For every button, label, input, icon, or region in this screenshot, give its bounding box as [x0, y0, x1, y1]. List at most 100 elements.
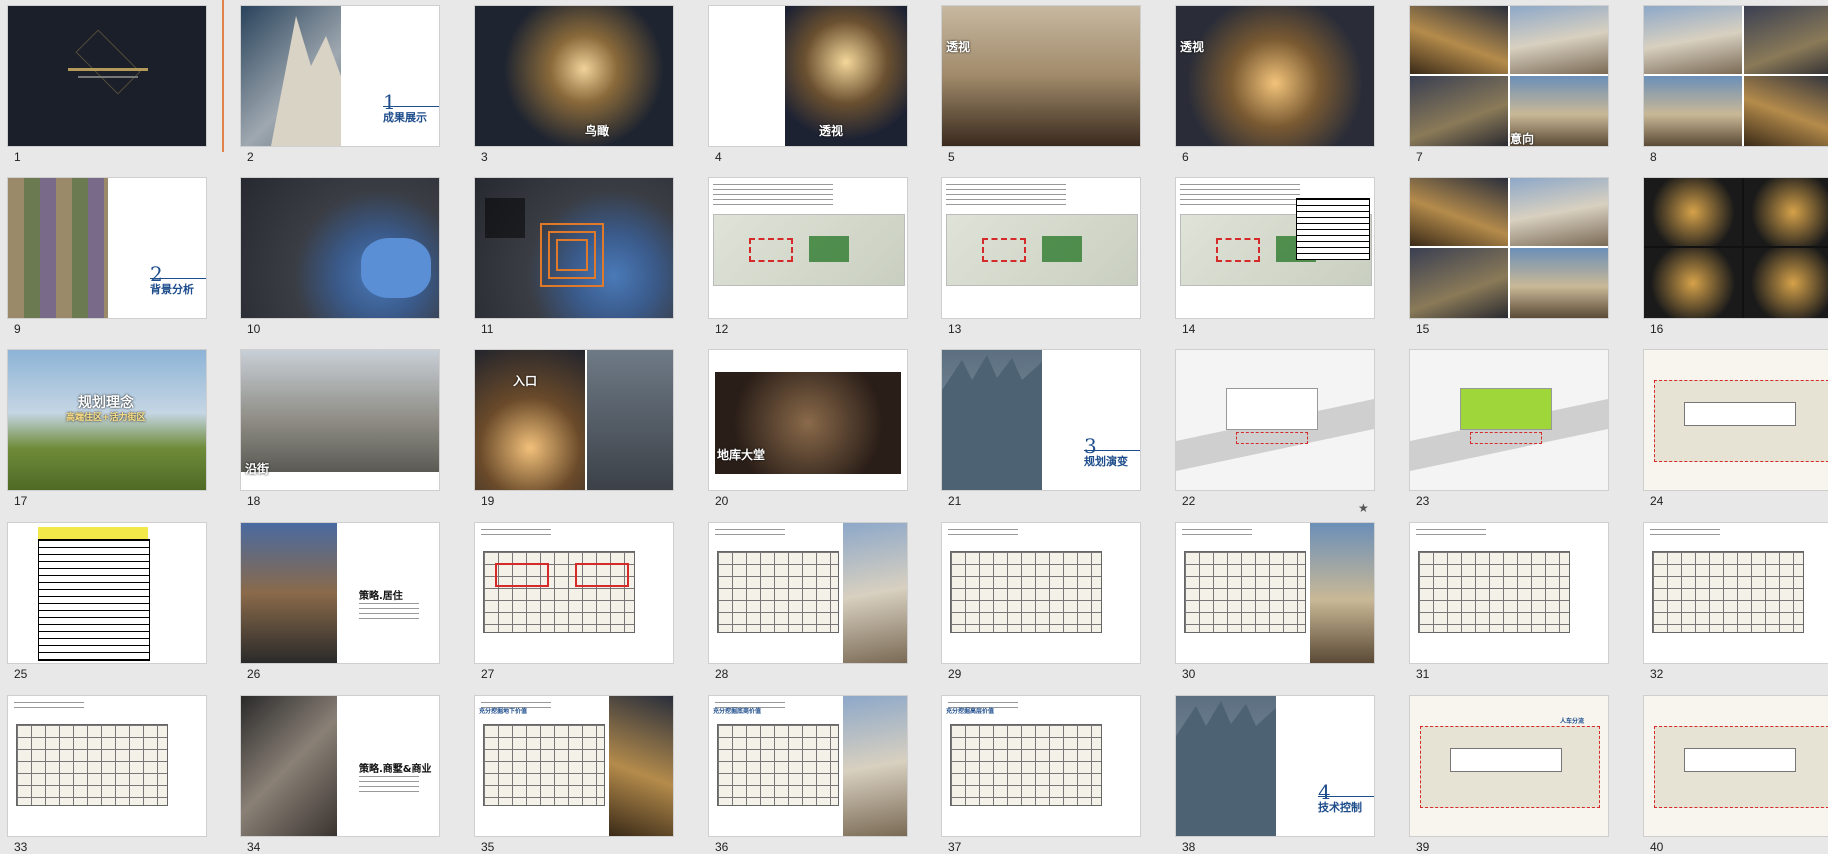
slide-thumbnail[interactable]	[1410, 523, 1608, 663]
section-title: 技术控制	[1318, 801, 1362, 814]
slide-thumbnail[interactable]: 2 背景分析	[8, 178, 206, 318]
slide-number: 19	[481, 494, 495, 508]
slide-thumbnail[interactable]	[1644, 696, 1828, 836]
slide-thumbnail[interactable]: 4 技术控制	[1176, 696, 1374, 836]
collage-photo	[1410, 76, 1508, 146]
cover-title-bar	[68, 68, 148, 71]
slide-number: 3	[481, 150, 488, 164]
slide-number: 22	[1182, 494, 1196, 508]
collage-photo	[1644, 76, 1742, 146]
slide-number: 35	[481, 840, 495, 854]
slide-thumbnail[interactable]: 透视	[942, 6, 1140, 146]
green-zone	[809, 236, 849, 262]
slide-thumbnail[interactable]	[8, 696, 206, 836]
slide-thumbnail[interactable]	[8, 523, 206, 663]
slide-number: 26	[247, 667, 261, 681]
slide-thumbnail[interactable]: 充分挖掘地下价值	[475, 696, 673, 836]
slide-number: 37	[948, 840, 962, 854]
text-block	[1416, 529, 1486, 539]
slide-number: 31	[1416, 667, 1430, 681]
slide-number: 24	[1650, 494, 1664, 508]
photo-title: 入口	[513, 374, 538, 388]
slide-thumbnail[interactable]: 意向	[1410, 6, 1608, 146]
slide-thumbnail[interactable]: 鸟瞰	[475, 6, 673, 146]
zigzag-shape	[1176, 701, 1276, 836]
section-rule	[1084, 450, 1140, 451]
slide-thumbnail[interactable]: 入口	[475, 350, 673, 490]
collage-photo	[1744, 178, 1828, 246]
slide-thumbnail[interactable]	[1176, 523, 1374, 663]
slide-thumbnail[interactable]	[942, 178, 1140, 318]
floor-plan	[1652, 551, 1804, 633]
slide-number: 1	[14, 150, 21, 164]
data-table	[38, 539, 150, 661]
slide-thumbnail[interactable]: 1 成果展示	[241, 6, 439, 146]
slide-thumbnail[interactable]	[1644, 523, 1828, 663]
table-header	[38, 527, 148, 539]
slide-thumbnail[interactable]: 充分挖掘高层价值	[942, 696, 1140, 836]
strategy-title: 策略.居住	[359, 591, 403, 602]
slide-thumbnail[interactable]: 充分挖掘底商价值	[709, 696, 907, 836]
photo-subtitle: 高端住区+活力街区	[66, 413, 146, 423]
slide-number: 21	[948, 494, 962, 508]
slide-heading: 充分挖掘底商价值	[713, 708, 762, 715]
slide-heading: 充分挖掘地下价值	[479, 708, 528, 715]
slide-thumbnail[interactable]	[475, 523, 673, 663]
building-footprint	[1684, 402, 1796, 426]
building-model	[1226, 388, 1318, 430]
slide-number: 28	[715, 667, 729, 681]
slide-number: 8	[1650, 150, 1657, 164]
site-outline	[1216, 238, 1260, 262]
slide-number: 18	[247, 494, 261, 508]
slide-number: 32	[1650, 667, 1664, 681]
slide-thumbnail[interactable]	[1410, 350, 1608, 490]
slide-thumbnail[interactable]	[1644, 350, 1828, 490]
water-area	[361, 238, 431, 298]
slide-thumbnail[interactable]	[1176, 350, 1374, 490]
slide-thumbnail[interactable]: 3 规划演变	[942, 350, 1140, 490]
canopy-photo	[587, 350, 673, 490]
slide-thumbnail[interactable]: 人车分流	[1410, 696, 1608, 836]
slide-thumbnail[interactable]	[709, 178, 907, 318]
floor-plan	[717, 724, 839, 806]
side-photo	[843, 523, 907, 663]
floor-plan	[717, 551, 839, 633]
slide-thumbnail[interactable]: 地库大堂	[709, 350, 907, 490]
slide-number: 4	[715, 150, 722, 164]
building-footprint	[1684, 748, 1796, 772]
collage-photo	[1744, 6, 1828, 74]
section-title: 规划演变	[1084, 455, 1128, 468]
slide-number: 36	[715, 840, 729, 854]
slide-thumbnail[interactable]: 策略.居住	[241, 523, 439, 663]
slide-thumbnail[interactable]	[709, 523, 907, 663]
slide-thumbnail[interactable]	[475, 178, 673, 318]
slide-thumbnail[interactable]: 透视	[709, 6, 907, 146]
slide-thumbnail[interactable]	[942, 523, 1140, 663]
slide-thumbnail[interactable]: 沿街	[241, 350, 439, 490]
photo-title: 透视	[946, 40, 971, 54]
street-photo	[241, 350, 439, 472]
collage-photo	[1410, 178, 1508, 246]
slide-number: 27	[481, 667, 495, 681]
slide-thumbnail[interactable]: 策略.商墅&商业	[241, 696, 439, 836]
slide-number: 40	[1650, 840, 1664, 854]
slide-thumbnail[interactable]	[241, 178, 439, 318]
slide-number: 7	[1416, 150, 1423, 164]
slide-thumbnail[interactable]: 规划理念 高端住区+活力街区	[8, 350, 206, 490]
render-photo	[785, 6, 907, 146]
slide-number: 23	[1416, 494, 1430, 508]
text-block	[948, 529, 1018, 539]
zigzag-shape	[271, 16, 341, 146]
slide-thumbnail[interactable]: 透视	[1176, 6, 1374, 146]
slide-number: 10	[247, 322, 261, 336]
site-outline	[749, 238, 793, 262]
section-rule	[383, 106, 439, 107]
slide-thumbnail[interactable]	[1644, 178, 1828, 318]
slide-number: 5	[948, 150, 955, 164]
slide-thumbnail[interactable]	[1644, 6, 1828, 146]
site-outline	[982, 238, 1026, 262]
slide-thumbnail[interactable]	[1410, 178, 1608, 318]
slide-thumbnail[interactable]	[8, 6, 206, 146]
slide-thumbnail[interactable]	[1176, 178, 1374, 318]
photo-title: 透视	[1180, 40, 1205, 54]
